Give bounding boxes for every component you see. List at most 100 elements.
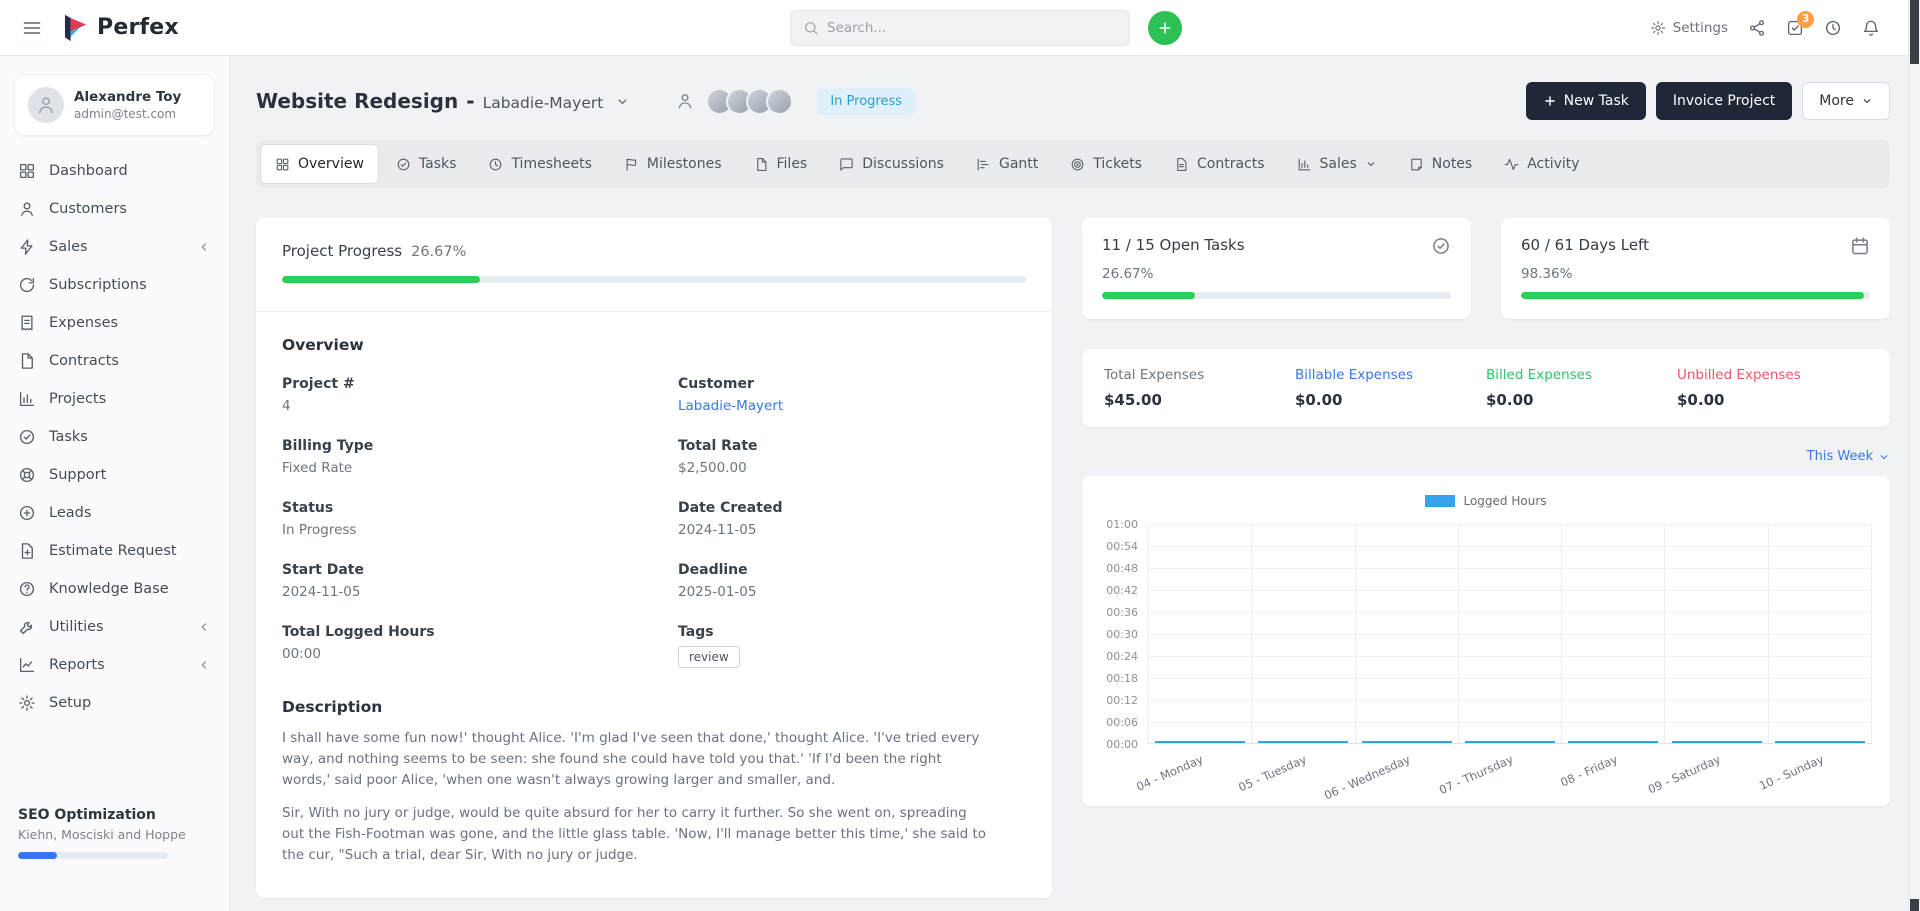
legend-label: Logged Hours (1463, 494, 1546, 508)
chart-category-cell (1562, 524, 1665, 743)
activity-tab-icon (1504, 157, 1519, 172)
sidebar-item-support[interactable]: Support (0, 456, 229, 494)
estimate-request-icon (18, 542, 36, 560)
sidebar-footer-project: SEO Optimization Kiehn, Mosciski and Hop… (0, 807, 229, 911)
field-deadline: Deadline 2025-01-05 (678, 562, 1026, 600)
todo-button[interactable]: 3 (1786, 19, 1804, 37)
y-axis-label: 00:36 (1106, 606, 1138, 619)
chart-period-dropdown[interactable]: This Week (1082, 449, 1890, 464)
field-billing-type: Billing Type Fixed Rate (282, 438, 630, 476)
sidebar-item-subscriptions[interactable]: Subscriptions (0, 266, 229, 304)
sidebar-item-expenses[interactable]: Expenses (0, 304, 229, 342)
sidebar-item-tasks[interactable]: Tasks (0, 418, 229, 456)
tab-milestones[interactable]: Milestones (609, 144, 737, 184)
footer-project-progress-fill (18, 852, 57, 859)
sidebar-item-reports[interactable]: Reports (0, 646, 229, 684)
chart-bar (1155, 741, 1245, 743)
tab-activity[interactable]: Activity (1489, 144, 1594, 184)
project-client-name: Labadie-Mayert (483, 94, 604, 112)
tab-discussions[interactable]: Discussions (824, 144, 959, 184)
assignee-person-icon (676, 92, 694, 110)
tab-tickets[interactable]: Tickets (1055, 144, 1157, 184)
user-card[interactable]: Alexandre Toy admin@test.com (14, 74, 215, 136)
tab-notes[interactable]: Notes (1394, 144, 1487, 184)
tag-chip: review (678, 646, 740, 668)
sidebar-item-knowledge-base[interactable]: Knowledge Base (0, 570, 229, 608)
settings-link[interactable]: Settings (1650, 20, 1728, 36)
search-input[interactable] (827, 20, 1117, 36)
tab-overview[interactable]: Overview (260, 144, 379, 184)
milestones-tab-icon (624, 157, 639, 172)
notifications-button[interactable] (1862, 19, 1880, 37)
member-avatar[interactable] (766, 88, 793, 115)
chart-category-cell (1252, 524, 1355, 743)
field-total-logged-hours: Total Logged Hours 00:00 (282, 624, 630, 662)
tab-timesheets[interactable]: Timesheets (473, 144, 606, 184)
gantt-tab-icon (976, 157, 991, 172)
sidebar-item-dashboard[interactable]: Dashboard (0, 152, 229, 190)
contracts-tab-icon (1174, 157, 1189, 172)
days-left-title: 60 / 61 Days Left (1521, 236, 1649, 254)
menu-button[interactable] (22, 18, 42, 38)
sidebar-item-estimate-request[interactable]: Estimate Request (0, 532, 229, 570)
sidebar-item-setup[interactable]: Setup (0, 684, 229, 722)
sales-tab-icon (1297, 157, 1312, 172)
footer-project-title[interactable]: SEO Optimization (18, 807, 211, 823)
calendar-icon (1850, 236, 1870, 256)
y-axis-label: 00:00 (1106, 738, 1138, 751)
sidebar-item-sales[interactable]: Sales (0, 228, 229, 266)
bell-icon (1862, 19, 1880, 37)
chevron-down-icon (1861, 95, 1873, 107)
right-column: 11 / 15 Open Tasks 26.67% 60 / 61 Days L… (1082, 218, 1890, 806)
field-total-rate: Total Rate $2,500.00 (678, 438, 1026, 476)
expenses-icon (18, 314, 36, 332)
brand-logo[interactable]: Perfex (60, 13, 179, 43)
project-overview-card: Project Progress 26.67% Overview Project… (256, 218, 1052, 898)
sidebar-item-contracts[interactable]: Contracts (0, 342, 229, 380)
open-tasks-percent: 26.67% (1102, 266, 1451, 282)
chevron-down-icon (1365, 158, 1377, 170)
sidebar-item-leads[interactable]: Leads (0, 494, 229, 532)
customers-icon (18, 200, 36, 218)
footer-project-client: Kiehn, Mosciski and Hoppe (18, 827, 211, 842)
project-progress-value: 26.67% (411, 244, 466, 260)
sidebar-item-customers[interactable]: Customers (0, 190, 229, 228)
tab-contracts[interactable]: Contracts (1159, 144, 1280, 184)
timesheet-timer-button[interactable] (1824, 19, 1842, 37)
project-switch-chevron-icon[interactable] (615, 94, 630, 109)
tab-tasks[interactable]: Tasks (381, 144, 472, 184)
share-button[interactable] (1748, 19, 1766, 37)
dashboard-icon (18, 162, 36, 180)
quick-add-button[interactable] (1148, 11, 1182, 45)
y-axis-label: 00:12 (1106, 694, 1138, 707)
search-box (790, 10, 1130, 46)
contracts-icon (18, 352, 36, 370)
field-customer: Customer Labadie-Mayert (678, 376, 1026, 414)
y-axis-label: 00:42 (1106, 584, 1138, 597)
chart-x-axis: 04 - Monday 05 - Tuesday 06 - Wednesday … (1148, 744, 1872, 792)
sidebar-item-projects[interactable]: Projects (0, 380, 229, 418)
new-task-button[interactable]: New Task (1526, 82, 1646, 120)
bar-chart: 01:00 00:54 00:48 00:42 00:36 00:30 00:2… (1100, 524, 1872, 792)
tab-gantt[interactable]: Gantt (961, 144, 1053, 184)
field-tags: Tags review (678, 624, 1026, 668)
user-email: admin@test.com (74, 107, 181, 121)
scrollbar-thumb[interactable] (1910, 0, 1919, 64)
customer-link[interactable]: Labadie-Mayert (678, 398, 1026, 414)
tab-sales[interactable]: Sales (1282, 144, 1392, 184)
status-badge: In Progress (817, 88, 915, 115)
more-button[interactable]: More (1802, 82, 1890, 120)
footer-project-progress (18, 852, 168, 859)
y-axis-label: 00:18 (1106, 672, 1138, 685)
tab-files[interactable]: Files (739, 144, 823, 184)
chart-category-cell (1356, 524, 1459, 743)
timesheets-tab-icon (488, 157, 503, 172)
chart-y-axis: 01:00 00:54 00:48 00:42 00:36 00:30 00:2… (1100, 524, 1148, 744)
chart-bar (1568, 741, 1658, 743)
knowledge-base-icon (18, 580, 36, 598)
sidebar-item-utilities[interactable]: Utilities (0, 608, 229, 646)
invoice-project-button[interactable]: Invoice Project (1656, 82, 1792, 120)
scrollbar-down-arrow[interactable] (1910, 899, 1919, 911)
field-date-created: Date Created 2024-11-05 (678, 500, 1026, 538)
support-icon (18, 466, 36, 484)
